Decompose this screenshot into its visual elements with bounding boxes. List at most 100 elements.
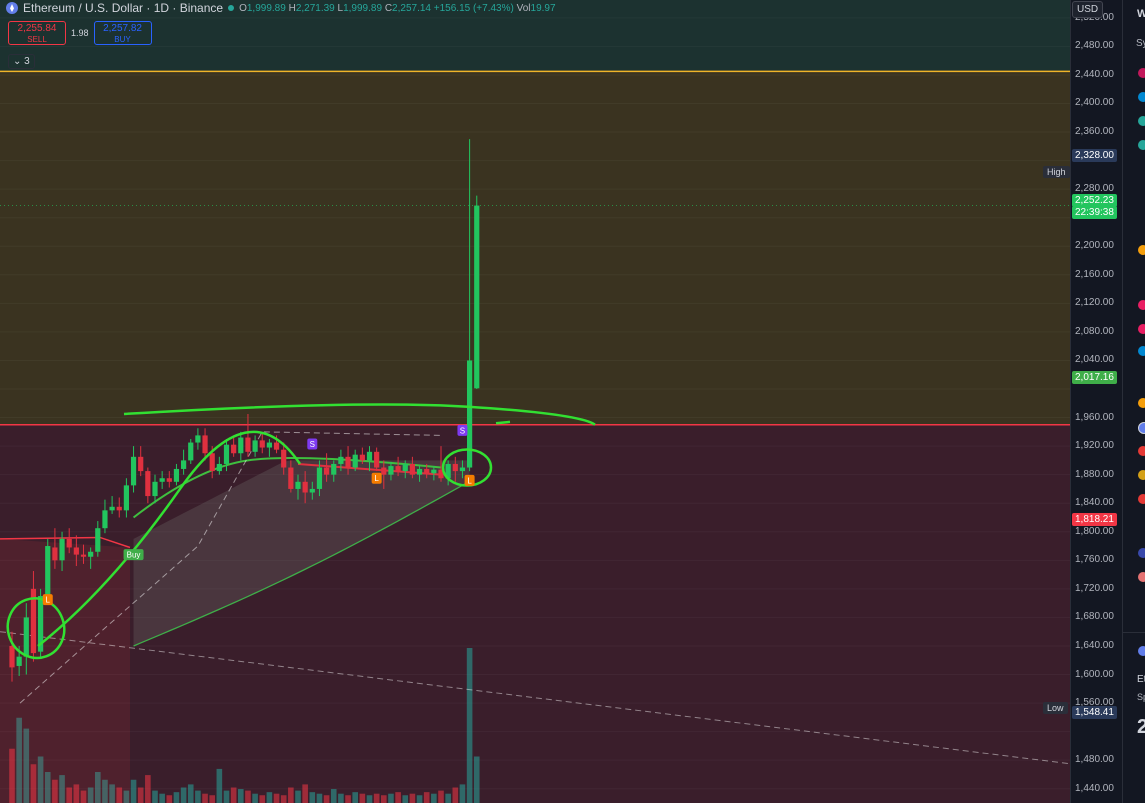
- volume-bar: [409, 793, 416, 803]
- symbol-icon[interactable]: [1138, 346, 1145, 356]
- candle-body: [416, 468, 423, 475]
- volume-bar: [395, 792, 401, 803]
- candle-body: [159, 478, 165, 482]
- volume-bar: [152, 790, 158, 803]
- candle-body: [66, 538, 72, 548]
- volume-bar: [145, 775, 151, 803]
- candle-body: [102, 510, 108, 529]
- candle-body: [52, 547, 58, 561]
- candle-body: [130, 456, 137, 486]
- symbol-icon[interactable]: [1138, 140, 1145, 150]
- candle-body: [23, 617, 29, 657]
- candle-body: [467, 360, 473, 468]
- chevron-down-icon: ⌄: [13, 56, 22, 67]
- candle-body: [366, 451, 373, 461]
- candle-body: [459, 467, 466, 472]
- volume-bar: [252, 793, 258, 803]
- candle-body: [209, 453, 215, 472]
- symbol-icon[interactable]: [1138, 68, 1145, 78]
- candle-body: [395, 466, 401, 472]
- high-label: High: [1043, 166, 1070, 178]
- price-tick: 2,080.00: [1075, 325, 1114, 337]
- symbol-icon[interactable]: [1138, 116, 1145, 126]
- candle-body: [80, 554, 87, 557]
- volume-bar: [431, 793, 437, 803]
- long-signal-label: L: [467, 476, 472, 485]
- symbol-icon[interactable]: [1138, 245, 1145, 255]
- symbol-icon[interactable]: [1138, 92, 1145, 102]
- volume-bar: [445, 793, 451, 803]
- market-open-dot-icon: [228, 5, 235, 11]
- symbol-icon[interactable]: [1138, 470, 1145, 480]
- symbol-icon[interactable]: [1138, 548, 1145, 558]
- sell-button[interactable]: 2,255.84 SELL: [8, 21, 66, 45]
- buy-button[interactable]: 2,257.82 BUY: [93, 21, 152, 45]
- candle-body: [288, 467, 294, 489]
- ethereum-icon[interactable]: [1138, 422, 1145, 434]
- candle-body: [238, 437, 244, 454]
- symbol-icon[interactable]: [1138, 324, 1145, 334]
- volume-bar: [173, 792, 180, 803]
- currency-button[interactable]: USD: [1072, 1, 1104, 18]
- candle-body: [295, 481, 301, 489]
- symbol-icon[interactable]: [1138, 398, 1145, 408]
- candle-body: [259, 440, 265, 448]
- price-tick: 1,840.00: [1075, 497, 1114, 509]
- price-tick: 1,800.00: [1075, 525, 1114, 537]
- candle-body: [73, 547, 79, 555]
- indicators-toggle[interactable]: ⌄ 3: [8, 54, 35, 69]
- ohlc-readout: O1,999.89 H2,271.39 L1,999.89 C2,257.14 …: [239, 2, 556, 14]
- candle-body: [202, 435, 208, 454]
- volume-bar: [452, 787, 459, 803]
- candle-body: [252, 440, 258, 452]
- candle-body: [324, 467, 330, 475]
- level-red-tag: 1,818.21: [1072, 512, 1117, 526]
- candle-body: [338, 456, 344, 464]
- watchlist-panel[interactable]: W Sy Et Sp 2: [1122, 0, 1145, 803]
- volume-bar: [202, 793, 208, 803]
- panel-divider: [1123, 632, 1145, 633]
- symbol-icon[interactable]: [1138, 494, 1145, 504]
- chart-area[interactable]: L L L S S Buy Ethereum / U.S. Dollar · 1D · B…: [0, 0, 1070, 803]
- candle-body: [95, 528, 101, 552]
- volume-bar: [245, 790, 251, 803]
- price-tick: 2,440.00: [1075, 68, 1114, 80]
- symbol-icon[interactable]: [1138, 446, 1145, 456]
- detail-price: 2: [1137, 716, 1145, 739]
- volume-bar: [338, 793, 344, 803]
- candle-body: [331, 463, 337, 475]
- short-signal-label: S: [460, 426, 465, 435]
- low-label: Low: [1043, 702, 1068, 714]
- candle-body: [352, 454, 358, 468]
- volume-bar: [323, 795, 330, 803]
- price-tick: 1,960.00: [1075, 411, 1114, 423]
- candle-body: [381, 467, 387, 475]
- symbol-icon[interactable]: [1138, 572, 1145, 582]
- symbol-legend[interactable]: Ethereum / U.S. Dollar · 1D · Binance O1…: [6, 1, 556, 15]
- price-tick: 1,720.00: [1075, 582, 1114, 594]
- symbol-title[interactable]: Ethereum / U.S. Dollar · 1D · Binance: [23, 1, 223, 15]
- candle-body: [116, 506, 122, 511]
- candle-body: [452, 463, 458, 472]
- volume-bar: [459, 784, 466, 803]
- price-tick: 2,120.00: [1075, 297, 1114, 309]
- price-chart[interactable]: L L L S S Buy: [0, 0, 1070, 803]
- price-tick: 1,440.00: [1075, 782, 1114, 794]
- price-axis[interactable]: 2,520.002,480.002,440.002,400.002,360.00…: [1070, 0, 1122, 803]
- volume-bar: [309, 792, 316, 803]
- candle-body: [388, 466, 394, 475]
- price-tick: 2,280.00: [1075, 183, 1114, 195]
- price-tick: 2,480.00: [1075, 40, 1114, 52]
- volume-bar: [180, 787, 187, 803]
- candle-body: [273, 442, 280, 450]
- candle-body: [316, 467, 323, 489]
- price-tick: 1,680.00: [1075, 611, 1114, 623]
- candle-body: [145, 471, 151, 497]
- candle-body: [402, 463, 408, 472]
- volume-bar: [373, 793, 380, 803]
- buy-signal-label: Buy: [127, 551, 141, 560]
- candle-body: [424, 468, 430, 474]
- symbol-icon[interactable]: [1138, 300, 1145, 310]
- volume-bar: [130, 779, 137, 803]
- volume-bar: [137, 787, 144, 803]
